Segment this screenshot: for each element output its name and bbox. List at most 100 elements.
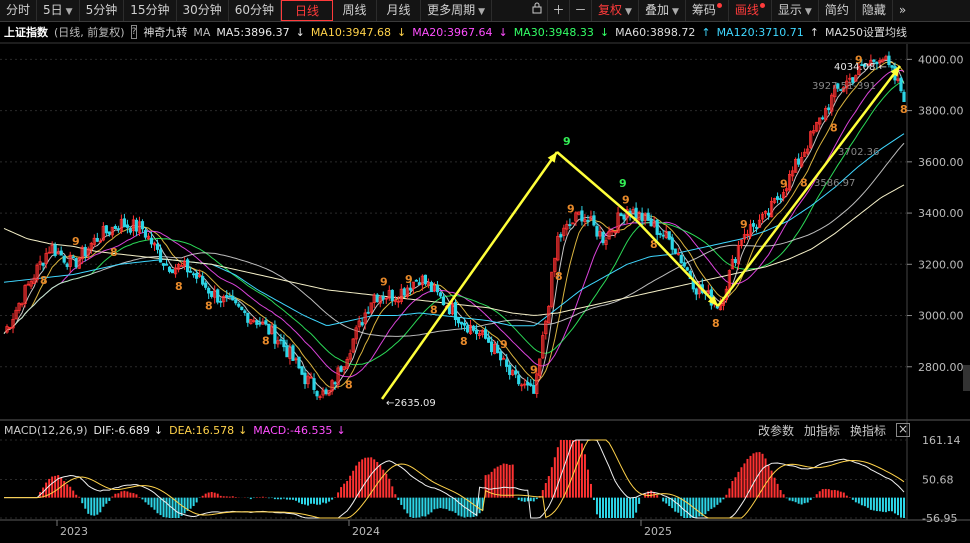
macd-tick-label: 50.68 — [922, 474, 954, 487]
candle-body — [474, 329, 479, 335]
candle-body — [640, 212, 644, 222]
ma120-partial-label: 3702.36 — [838, 147, 879, 158]
candle-body — [255, 320, 259, 325]
change-params-button[interactable]: 改参数 — [758, 422, 794, 439]
candle-body — [408, 287, 412, 291]
candle-body — [41, 262, 45, 266]
wave-line — [717, 65, 901, 307]
candle-body — [219, 300, 223, 303]
low-price-label: ←2635.09 — [386, 398, 436, 409]
candle-body — [679, 254, 683, 264]
candle-body — [465, 325, 470, 333]
candle-body — [164, 263, 169, 266]
candle-body — [158, 249, 163, 263]
arrow-down-icon: ↓ — [153, 423, 164, 437]
candle-body — [487, 337, 491, 343]
td-count-label: 9 — [567, 202, 575, 215]
candle-body — [300, 366, 304, 375]
add-indicator-button[interactable]: 加指标 — [804, 422, 840, 439]
candlesticks — [5, 51, 906, 401]
candle-body — [658, 233, 662, 236]
candle-body — [682, 262, 686, 267]
arrow-down-icon: ↓ — [238, 423, 248, 437]
candle-body — [228, 295, 232, 298]
candle-body — [390, 289, 394, 302]
td-sequential-markers: 89888889 988 998998899 8898 — [40, 54, 908, 392]
candle-body — [529, 383, 533, 386]
macd-actions: 改参数 加指标 换指标 × — [748, 421, 910, 439]
candle-body — [264, 320, 268, 325]
candle-body — [149, 237, 154, 245]
candle-body — [125, 224, 130, 228]
candle-body — [595, 226, 599, 237]
td-nine-label: 9 — [563, 135, 571, 148]
close-icon[interactable]: × — [896, 423, 910, 437]
price-tick-label: 3800.00 — [918, 105, 964, 118]
candle-body — [195, 273, 199, 279]
candle-body — [59, 250, 63, 256]
candle-body — [667, 231, 671, 240]
candle-body — [297, 356, 301, 369]
candle-body — [333, 382, 337, 385]
candle-body — [532, 385, 536, 394]
candle-body — [216, 289, 220, 303]
candle-body — [207, 287, 211, 294]
candle-body — [192, 273, 196, 276]
candle-body — [122, 218, 127, 228]
candle-body — [134, 219, 139, 232]
candle-body — [237, 303, 241, 307]
year-label: 2024 — [352, 525, 380, 538]
switch-indicator-button[interactable]: 换指标 — [850, 422, 886, 439]
side-collapse-handle[interactable] — [963, 365, 970, 391]
ma250-partial-label: 3586.97 — [814, 178, 855, 189]
td-count-label: 9 — [740, 218, 748, 231]
candle-body — [694, 288, 698, 295]
td-count-label: 8 — [40, 274, 48, 287]
candle-body — [517, 375, 521, 385]
candle-body — [775, 196, 780, 200]
candle-body — [751, 223, 756, 227]
candle-body — [324, 389, 328, 394]
candle-body — [499, 351, 503, 361]
candle-body — [414, 279, 418, 282]
candle-body — [526, 381, 530, 386]
kline-chart[interactable]: 89888889 988 998998899 8898 994034.08 ←←263… — [0, 0, 970, 543]
macd-header: MACD(12,26,9) DIF:-6.689 ↓ DEA:16.578 ↓ … — [0, 421, 910, 439]
macd-label[interactable]: MACD(12,26,9) — [4, 424, 88, 437]
candle-body — [438, 292, 443, 297]
td-count-label: 8 — [555, 270, 563, 283]
candle-body — [435, 284, 440, 293]
td-count-label: 9 — [780, 177, 788, 190]
arrow-down-icon: ↓ — [336, 423, 346, 437]
candle-body — [107, 231, 111, 235]
candle-body — [170, 269, 175, 274]
candle-body — [490, 341, 494, 353]
candle-body — [417, 282, 421, 286]
td-count-label: 8 — [712, 317, 720, 330]
candle-body — [65, 263, 69, 267]
candle-body — [453, 302, 458, 321]
candle-body — [568, 224, 572, 227]
candle-body — [204, 282, 208, 288]
macd-histogram: 161.14 50.68 -56.95 — [0, 434, 961, 525]
candle-body — [459, 321, 464, 325]
candle-body — [71, 256, 75, 259]
ma20-partial-label: 3927.51-391 — [812, 81, 876, 92]
candle-body — [273, 324, 277, 344]
dif-value: DIF:-6.689 — [93, 423, 150, 437]
candle-body — [155, 243, 160, 250]
macd-tick-label: 161.14 — [922, 434, 961, 447]
candle-body — [225, 295, 229, 298]
candle-body — [113, 226, 117, 229]
td-count-label: 9 — [530, 363, 538, 376]
candle-body — [733, 259, 738, 264]
candle-body — [673, 248, 677, 254]
candle-body — [128, 228, 133, 233]
candle-body — [471, 325, 476, 331]
candle-body — [890, 65, 894, 68]
price-tick-label: 3400.00 — [918, 207, 964, 220]
candle-body — [821, 117, 825, 120]
candle-body — [441, 296, 446, 306]
candle-body — [240, 306, 244, 310]
candle-body — [902, 91, 906, 102]
